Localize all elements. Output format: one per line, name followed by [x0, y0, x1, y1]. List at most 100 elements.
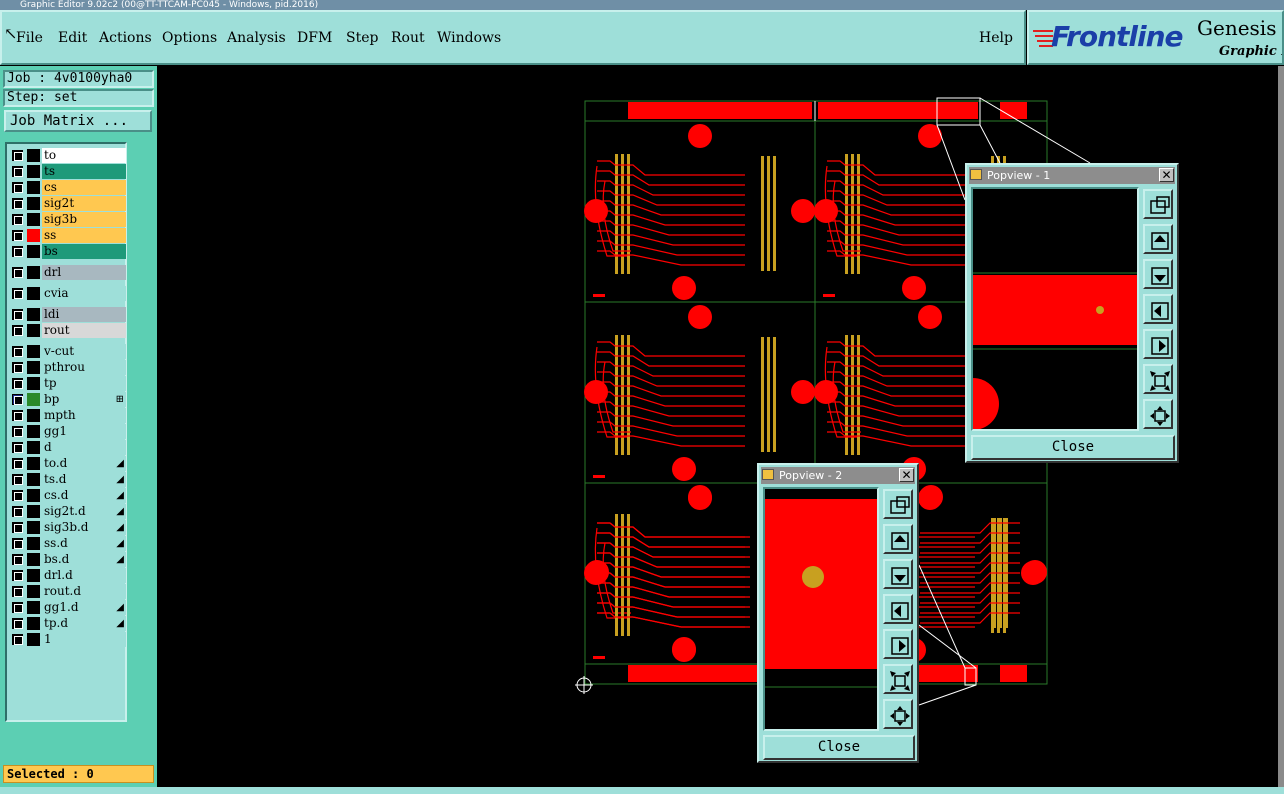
- layer-row-drl[interactable]: drl: [9, 265, 127, 280]
- layer-name[interactable]: ss: [42, 228, 126, 243]
- layer-row-ts-d[interactable]: ts.d ◢: [9, 472, 127, 487]
- pan-right-button[interactable]: [1143, 329, 1173, 359]
- layer-color-swatch[interactable]: [27, 361, 40, 374]
- layer-color-swatch[interactable]: [27, 393, 40, 406]
- layer-color-swatch[interactable]: [27, 345, 40, 358]
- layer-row-rout[interactable]: rout: [9, 323, 127, 338]
- layer-row-bs[interactable]: bs: [9, 244, 127, 259]
- layer-checkbox[interactable]: [12, 378, 23, 389]
- layer-checkbox[interactable]: [12, 458, 23, 469]
- layer-checkbox[interactable]: [12, 442, 23, 453]
- layer-color-swatch[interactable]: [27, 324, 40, 337]
- layer-name[interactable]: cvia: [42, 286, 126, 301]
- layer-checkbox[interactable]: [12, 325, 23, 336]
- layer-name[interactable]: cs.d ◢: [42, 488, 126, 503]
- layer-color-swatch[interactable]: [27, 473, 40, 486]
- popview-1-close-x[interactable]: ✕: [1159, 168, 1174, 182]
- layer-name[interactable]: 1: [42, 632, 126, 647]
- layer-row-gg1[interactable]: gg1: [9, 424, 127, 439]
- layer-color-swatch[interactable]: [27, 245, 40, 258]
- layer-color-swatch[interactable]: [27, 553, 40, 566]
- layer-name[interactable]: sig2t.d ◢: [42, 504, 126, 519]
- layer-name[interactable]: ts.d ◢: [42, 472, 126, 487]
- layer-checkbox[interactable]: [12, 618, 23, 629]
- layer-color-swatch[interactable]: [27, 537, 40, 550]
- layer-row-sig3b-d[interactable]: sig3b.d ◢: [9, 520, 127, 535]
- popview-2-close-x[interactable]: ✕: [899, 468, 914, 482]
- layer-row-cvia[interactable]: cvia: [9, 286, 127, 301]
- layer-color-swatch[interactable]: [27, 287, 40, 300]
- layer-row-cs[interactable]: cs: [9, 180, 127, 195]
- layer-name[interactable]: ts: [42, 164, 126, 179]
- layer-row-ss[interactable]: ss: [9, 228, 127, 243]
- layer-name[interactable]: bp ⊞: [42, 392, 126, 407]
- layer-name[interactable]: v-cut: [42, 344, 126, 359]
- layer-name[interactable]: rout.d: [42, 584, 126, 599]
- layer-color-swatch[interactable]: [27, 569, 40, 582]
- menu-file[interactable]: File: [16, 30, 43, 46]
- layer-checkbox[interactable]: [12, 586, 23, 597]
- layer-name[interactable]: rout: [42, 323, 126, 338]
- layer-checkbox[interactable]: [12, 506, 23, 517]
- layer-name[interactable]: to.d ◢: [42, 456, 126, 471]
- pan-down-button[interactable]: [1143, 259, 1173, 289]
- layer-checkbox[interactable]: [12, 394, 23, 405]
- layer-row-bs-d[interactable]: bs.d ◢: [9, 552, 127, 567]
- layer-color-swatch[interactable]: [27, 521, 40, 534]
- layer-row-ts[interactable]: ts: [9, 164, 127, 179]
- layer-checkbox[interactable]: [12, 634, 23, 645]
- layer-row-v-cut[interactable]: v-cut: [9, 344, 127, 359]
- layer-checkbox[interactable]: [12, 182, 23, 193]
- layer-row-rout-d[interactable]: rout.d: [9, 584, 127, 599]
- popview-1-viewport[interactable]: [971, 187, 1139, 431]
- layer-checkbox[interactable]: [12, 538, 23, 549]
- layer-row-cs-d[interactable]: cs.d ◢: [9, 488, 127, 503]
- layer-row-sig2t-d[interactable]: sig2t.d ◢: [9, 504, 127, 519]
- layer-checkbox[interactable]: [12, 150, 23, 161]
- layer-color-swatch[interactable]: [27, 585, 40, 598]
- layer-name[interactable]: sig2t: [42, 196, 126, 211]
- layer-name[interactable]: drl.d: [42, 568, 126, 583]
- popview-2-window[interactable]: Popview - 2 ✕ Close: [757, 463, 919, 763]
- pan-down-button[interactable]: [883, 559, 913, 589]
- layer-color-swatch[interactable]: [27, 633, 40, 646]
- menu-help[interactable]: Help: [979, 30, 1013, 46]
- menu-analysis[interactable]: Analysis: [227, 30, 286, 46]
- layer-color-swatch[interactable]: [27, 409, 40, 422]
- menu-step[interactable]: Step: [346, 30, 378, 46]
- layer-row-ss-d[interactable]: ss.d ◢: [9, 536, 127, 551]
- layer-color-swatch[interactable]: [27, 149, 40, 162]
- layer-checkbox[interactable]: [12, 214, 23, 225]
- pan-right-button[interactable]: [883, 629, 913, 659]
- zoom-in-button[interactable]: [883, 699, 913, 729]
- menu-rout[interactable]: Rout: [391, 30, 425, 46]
- layer-checkbox[interactable]: [12, 554, 23, 565]
- layer-color-swatch[interactable]: [27, 266, 40, 279]
- layer-name[interactable]: ldi: [42, 307, 126, 322]
- layer-checkbox[interactable]: [12, 426, 23, 437]
- layer-name[interactable]: ss.d ◢: [42, 536, 126, 551]
- layer-color-swatch[interactable]: [27, 213, 40, 226]
- zoom-out-button[interactable]: [883, 664, 913, 694]
- layer-checkbox[interactable]: [12, 246, 23, 257]
- layer-name[interactable]: cs: [42, 180, 126, 195]
- pan-up-button[interactable]: [1143, 224, 1173, 254]
- pan-left-button[interactable]: [883, 594, 913, 624]
- layer-row-1[interactable]: 1: [9, 632, 127, 647]
- layer-row-sig2t[interactable]: sig2t: [9, 196, 127, 211]
- layer-row-to-d[interactable]: to.d ◢: [9, 456, 127, 471]
- layer-row-drl-d[interactable]: drl.d: [9, 568, 127, 583]
- layer-color-swatch[interactable]: [27, 617, 40, 630]
- pan-left-button[interactable]: [1143, 294, 1173, 324]
- layer-row-sig3b[interactable]: sig3b: [9, 212, 127, 227]
- layer-checkbox[interactable]: [12, 288, 23, 299]
- layer-checkbox[interactable]: [12, 522, 23, 533]
- layer-row-tp-d[interactable]: tp.d ◢: [9, 616, 127, 631]
- layer-checkbox[interactable]: [12, 410, 23, 421]
- menu-edit[interactable]: Edit: [58, 30, 87, 46]
- layer-checkbox[interactable]: [12, 166, 23, 177]
- layer-checkbox[interactable]: [12, 198, 23, 209]
- layer-row-mpth[interactable]: mpth: [9, 408, 127, 423]
- layer-checkbox[interactable]: [12, 570, 23, 581]
- layer-name[interactable]: pthrou: [42, 360, 126, 375]
